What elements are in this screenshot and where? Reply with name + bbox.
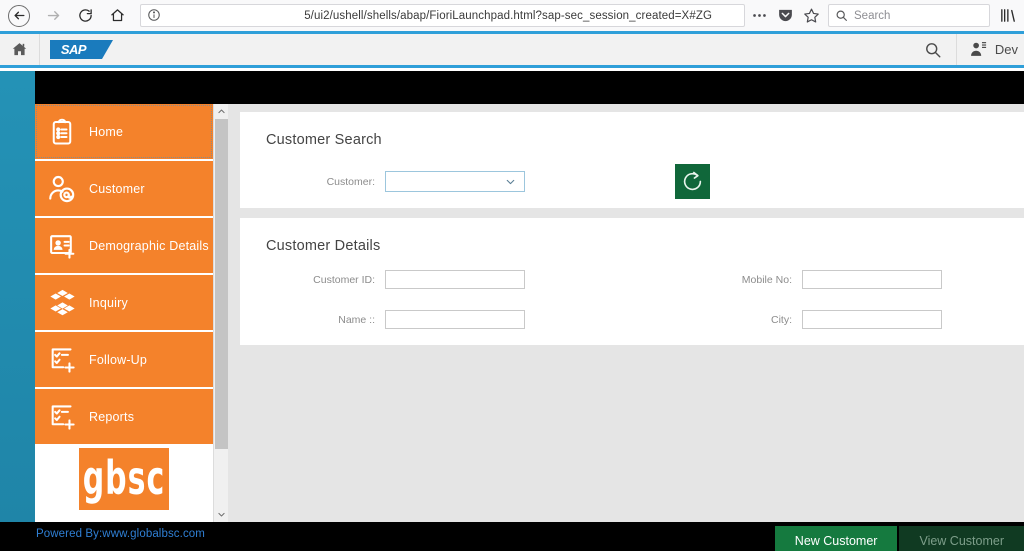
contact-card-plus-icon xyxy=(35,218,89,273)
browser-nav-buttons xyxy=(0,2,132,30)
city-input[interactable] xyxy=(802,310,942,329)
panel-title: Customer Details xyxy=(266,238,381,254)
name-field: Name :: xyxy=(240,310,525,329)
checklist-plus-icon xyxy=(35,332,89,387)
back-arrow-icon[interactable] xyxy=(8,4,30,27)
customer-select[interactable] xyxy=(385,171,525,192)
customer-field: Customer: xyxy=(240,171,525,192)
sidebar-item-customer[interactable]: Customer xyxy=(35,161,213,216)
sidebar-item-inquiry[interactable]: Inquiry xyxy=(35,275,213,330)
browser-toolbar-actions xyxy=(751,7,822,24)
browser-search-box[interactable]: Search xyxy=(828,4,990,27)
customer-id-input[interactable] xyxy=(385,270,525,289)
user-name-label: Dev xyxy=(994,42,1018,57)
mobile-no-label: Mobile No: xyxy=(741,273,792,286)
brand-logo: gbsc xyxy=(79,448,169,510)
left-accent-strip xyxy=(0,71,35,522)
sap-logo-text: SAP xyxy=(60,42,87,57)
chevron-down-icon[interactable] xyxy=(214,507,229,522)
user-icon xyxy=(969,40,988,59)
sidebar-item-follow-up[interactable]: Follow-Up xyxy=(35,332,213,387)
home-icon[interactable] xyxy=(0,34,40,65)
city-label: City: xyxy=(771,313,792,326)
sidebar-item-reports[interactable]: Reports xyxy=(35,389,213,444)
name-label: Name :: xyxy=(338,313,375,326)
scrollbar-thumb[interactable] xyxy=(215,119,228,449)
address-bar[interactable]: 5/ui2/ushell/shells/abap/FioriLaunchpad.… xyxy=(140,4,745,27)
sidebar-item-demographic-details[interactable]: Demographic Details xyxy=(35,218,213,273)
footer-action-buttons: New Customer View Customer xyxy=(774,526,1024,551)
sidebar-item-home[interactable]: Home xyxy=(35,104,213,159)
user-account-button[interactable]: Dev xyxy=(957,34,1024,65)
search-icon[interactable] xyxy=(911,34,957,65)
customer-search-panel: Customer Search Customer: xyxy=(240,112,1024,208)
customer-id-label: Customer ID: xyxy=(313,273,375,286)
sidebar-scrollbar[interactable] xyxy=(213,104,229,522)
brand-logo-text: gbsc xyxy=(82,451,166,507)
sap-header-actions: Dev xyxy=(911,34,1024,65)
checklist-plus-icon xyxy=(35,389,89,444)
sidebar-item-label: Demographic Details xyxy=(89,238,209,253)
app-top-black-bar xyxy=(35,71,1024,104)
page-info-icon[interactable] xyxy=(147,8,163,24)
sidebar-item-label: Follow-Up xyxy=(89,352,148,367)
ellipsis-icon[interactable] xyxy=(751,7,768,24)
name-input[interactable] xyxy=(385,310,525,329)
sidebar-navigation: Home Customer Demographic Details Inquir… xyxy=(35,104,213,522)
application-window: 5/ui2/ushell/shells/abap/FioriLaunchpad.… xyxy=(0,0,1024,551)
main-content: Customer Search Customer: Customer Detai… xyxy=(228,104,1024,522)
customer-id-field: Customer ID: xyxy=(240,270,525,289)
new-customer-button[interactable]: New Customer xyxy=(774,526,898,551)
clipboard-list-icon xyxy=(35,104,89,159)
customer-details-panel: Customer Details Customer ID: Mobile No:… xyxy=(240,218,1024,345)
star-icon[interactable] xyxy=(803,7,820,24)
brand-logo-container: gbsc xyxy=(35,446,213,512)
sidebar-item-label: Customer xyxy=(89,181,145,196)
home-icon[interactable] xyxy=(102,2,132,30)
panel-title: Customer Search xyxy=(266,132,382,148)
library-icon[interactable] xyxy=(990,7,1024,24)
refresh-icon xyxy=(683,171,702,191)
url-fade xyxy=(718,5,742,26)
app-body: Home Customer Demographic Details Inquir… xyxy=(0,71,1024,551)
address-bar-url[interactable]: 5/ui2/ushell/shells/abap/FioriLaunchpad.… xyxy=(169,10,738,22)
forward-arrow-icon[interactable] xyxy=(38,2,68,30)
powered-by-label: Powered By:www.globalbsc.com xyxy=(36,528,205,540)
view-customer-button[interactable]: View Customer xyxy=(899,526,1024,551)
mobile-no-input[interactable] xyxy=(802,270,942,289)
sidebar-item-label: Reports xyxy=(89,409,135,424)
customer-search-row: Customer: xyxy=(240,164,1024,199)
user-at-icon xyxy=(35,161,89,216)
details-row-2: Name :: City: xyxy=(240,310,1024,329)
pocket-shield-icon[interactable] xyxy=(777,7,794,24)
chevron-down-icon xyxy=(506,179,515,185)
refresh-button[interactable] xyxy=(675,164,710,199)
sap-shell-header: SAP Dev xyxy=(0,34,1024,68)
reload-icon[interactable] xyxy=(70,2,100,30)
customer-label: Customer: xyxy=(326,175,375,188)
browser-search-placeholder: Search xyxy=(854,9,891,22)
mobile-no-field: Mobile No: xyxy=(722,270,942,289)
cube-cluster-icon xyxy=(35,275,89,330)
sidebar-item-label: Inquiry xyxy=(89,295,128,310)
chevron-up-icon[interactable] xyxy=(214,104,229,119)
search-icon xyxy=(835,9,848,22)
sap-logo[interactable]: SAP xyxy=(50,40,113,59)
city-field: City: xyxy=(722,310,942,329)
browser-toolbar: 5/ui2/ushell/shells/abap/FioriLaunchpad.… xyxy=(0,0,1024,31)
details-row-1: Customer ID: Mobile No: xyxy=(240,270,1024,289)
sidebar-item-label: Home xyxy=(89,124,124,139)
panel-spacer xyxy=(240,208,1024,218)
